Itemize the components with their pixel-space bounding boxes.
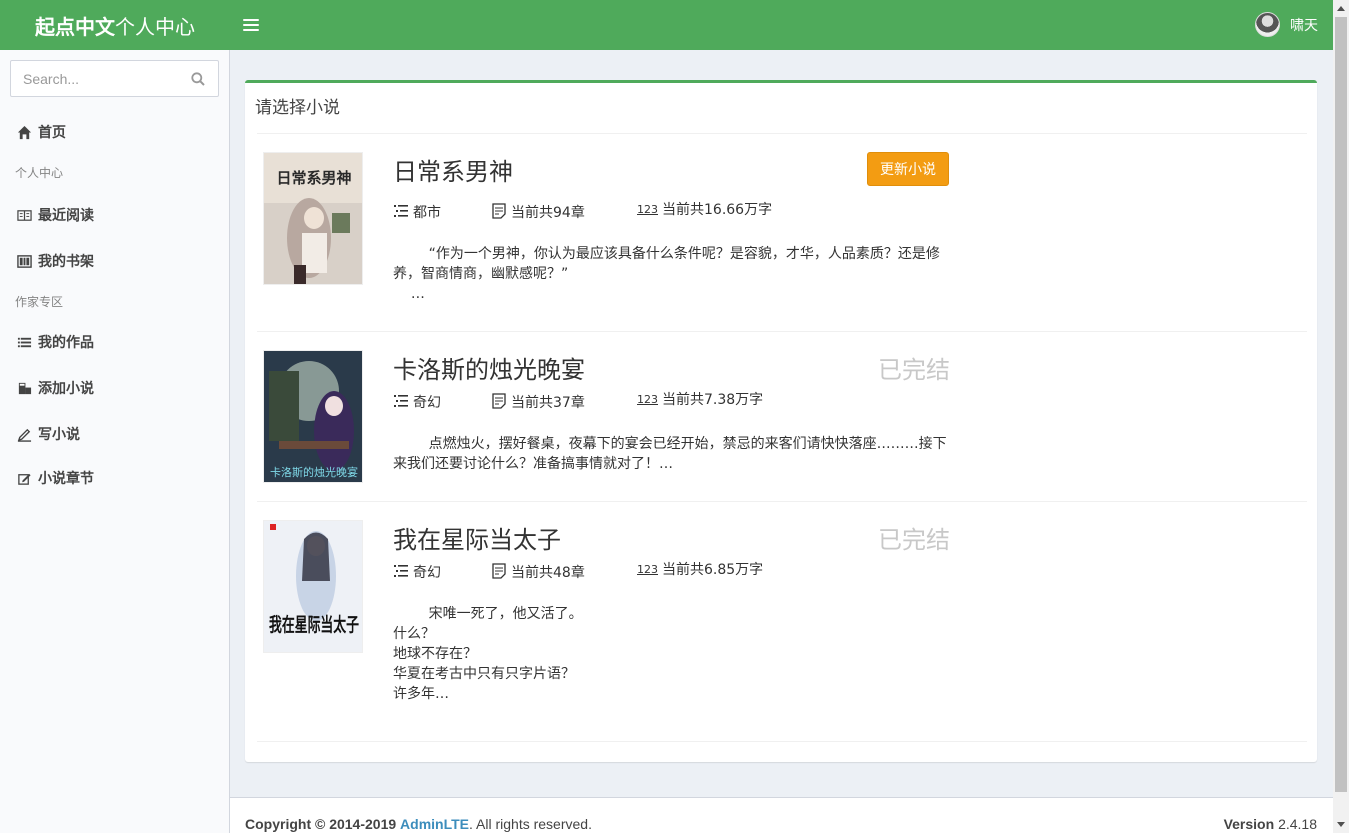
chapters-text: 当前共48章 [511, 565, 585, 581]
word-count-icon: 123 [637, 563, 658, 576]
book-cover[interactable]: 我在星际当太子 [263, 520, 363, 653]
scrollbar-thumb[interactable] [1335, 17, 1347, 792]
sidebar-item-add-novel[interactable]: 添加小说 [17, 378, 94, 398]
book-title[interactable]: 卡洛斯的烛光晚宴 [393, 350, 585, 385]
sidebar-item-label: 首页 [38, 125, 66, 141]
cover-title: 日常系男神 [276, 169, 351, 187]
box-title: 请选择小说 [255, 98, 340, 118]
book-word-count: 123 当前共6.85万字 [637, 562, 777, 578]
pen-icon [17, 428, 32, 442]
search-form [10, 60, 219, 97]
book-chapters: 当前共37章 [491, 392, 585, 412]
sidebar-item-write-novel[interactable]: 写小说 [17, 424, 80, 444]
chapters-doc-icon [492, 393, 506, 409]
bookshelf-icon [17, 254, 32, 268]
chapters-doc-icon [492, 203, 506, 219]
search-icon[interactable] [191, 72, 205, 86]
sidebar-header-personal: 个人中心 [15, 166, 64, 180]
genre-list-icon [394, 565, 408, 577]
book-description: 宋唯一死了，他又活了。 什么？ 地球不存在？ 华夏在考古中只有只字片语？ 许多年… [393, 606, 583, 702]
book-word-count: 123 当前共7.38万字 [637, 392, 777, 408]
book-genre: 都市 [393, 202, 441, 222]
sidebar-header-author: 作家专区 [15, 295, 64, 309]
user-menu[interactable]: 啸天 [1255, 12, 1318, 37]
cover-title: 我在星际当太子 [269, 613, 359, 636]
genre-list-icon [394, 395, 408, 407]
book-open-icon [17, 209, 32, 221]
book-chapters: 当前共94章 [491, 202, 585, 222]
cover-image-2: 卡洛斯的烛光晚宴 [264, 351, 362, 482]
logo-subtitle: 个人中心 [115, 14, 195, 39]
page-scrollbar[interactable] [1333, 0, 1349, 833]
book-word-count: 123 当前共16.66万字 [637, 202, 777, 218]
book-title[interactable]: 我在星际当太子 [393, 520, 561, 555]
logo-brand: 起点中文 [35, 14, 115, 39]
sidebar-item-label: 添加小说 [38, 381, 94, 397]
user-name: 啸天 [1290, 17, 1318, 34]
genre-text: 奇幻 [413, 565, 441, 581]
word-count-text: 当前共6.85万字 [662, 562, 764, 578]
sidebar-item-label: 小说章节 [38, 471, 94, 487]
sidebar-item-chapters[interactable]: 小说章节 [17, 468, 94, 488]
hamburger-icon[interactable] [243, 15, 259, 35]
home-icon [17, 125, 32, 139]
status-badge: 已完结 [878, 356, 950, 384]
user-avatar [1255, 12, 1280, 37]
sidebar: 首页 个人中心 最近阅读 我的书架 作家专区 我的作品 添加小说 写小说 小说章… [0, 50, 230, 833]
sidebar-item-label: 我的作品 [38, 335, 94, 351]
chapters-text: 当前共37章 [511, 395, 585, 411]
word-count-text: 当前共7.38万字 [662, 392, 764, 408]
status-badge: 已完结 [878, 526, 950, 554]
footer-copyright: Copyright © 2014-2019 AdminLTE. All righ… [245, 816, 592, 832]
book-genre: 奇幻 [393, 562, 441, 582]
update-novel-button[interactable]: 更新小说 [867, 152, 949, 186]
sidebar-item-label: 最近阅读 [38, 208, 94, 224]
divider [257, 501, 1307, 502]
genre-text: 奇幻 [413, 395, 441, 411]
logo[interactable]: 起点中文 个人中心 [0, 0, 230, 50]
version-label: Version [1223, 816, 1275, 832]
book-chapters: 当前共48章 [491, 562, 585, 582]
top-navbar: 起点中文 个人中心 啸天 [0, 0, 1333, 50]
word-count-icon: 123 [637, 393, 658, 406]
chapters-doc-icon [492, 563, 506, 579]
book-cover[interactable]: 卡洛斯的烛光晚宴 [263, 350, 363, 483]
genre-list-icon [394, 205, 408, 217]
cover-title: 卡洛斯的烛光晚宴 [270, 465, 358, 479]
book-title[interactable]: 日常系男神 [393, 152, 513, 187]
cover-image-1: 日常系男神 [264, 153, 362, 284]
divider [257, 741, 1307, 742]
sidebar-item-my-works[interactable]: 我的作品 [17, 332, 94, 352]
sidebar-item-home[interactable]: 首页 [17, 122, 66, 142]
novel-select-box: 请选择小说 日常系男神 日常系男神 更新小说 都市 当前共94章 123 当前共… [245, 80, 1317, 762]
list-icon [17, 337, 32, 347]
rights-text: . All rights reserved. [469, 816, 592, 832]
book-description: “作为一个男神，你认为最应该具备什么条件呢？是容貌，才华，人品素质？还是修养，智… [393, 246, 940, 302]
book-description: 点燃烛火，摆好餐桌，夜幕下的宴会已经开始，禁忌的来客们请快快落座………接下来我们… [393, 436, 947, 472]
cover-image-3: 我在星际当太子 [264, 521, 362, 652]
copyright-text: Copyright © 2014-2019 [245, 816, 397, 832]
sidebar-item-recent-reading[interactable]: 最近阅读 [17, 205, 94, 225]
genre-text: 都市 [413, 205, 441, 221]
book-cover[interactable]: 日常系男神 [263, 152, 363, 285]
scroll-up-icon[interactable] [1337, 6, 1345, 11]
add-book-icon [18, 382, 32, 394]
word-count-icon: 123 [637, 203, 658, 216]
divider [257, 133, 1307, 134]
divider [257, 331, 1307, 332]
footer: Copyright © 2014-2019 AdminLTE. All righ… [230, 797, 1333, 833]
edit-icon [18, 473, 31, 485]
sidebar-item-label: 我的书架 [38, 254, 94, 270]
adminlte-link[interactable]: AdminLTE [400, 816, 469, 832]
sidebar-item-label: 写小说 [38, 427, 80, 443]
footer-version: Version 2.4.18 [1224, 816, 1317, 832]
chapters-text: 当前共94章 [511, 205, 585, 221]
book-genre: 奇幻 [393, 392, 441, 412]
scroll-down-icon[interactable] [1337, 822, 1345, 827]
word-count-text: 当前共16.66万字 [662, 202, 773, 218]
search-input[interactable] [11, 61, 181, 96]
sidebar-item-bookshelf[interactable]: 我的书架 [17, 251, 94, 271]
version-number: 2.4.18 [1278, 816, 1317, 832]
